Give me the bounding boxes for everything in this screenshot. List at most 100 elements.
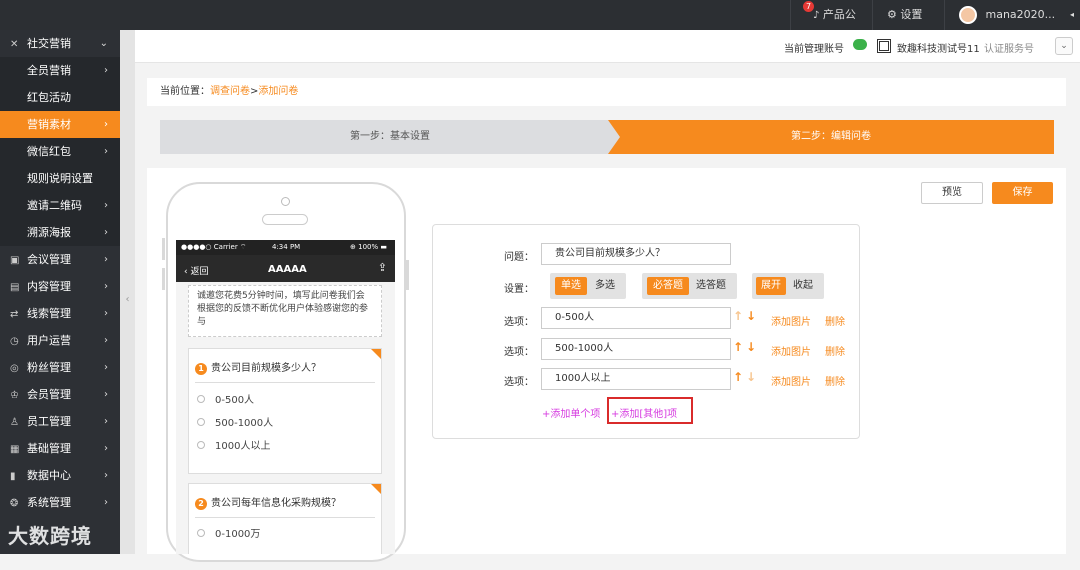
move-up-icon[interactable]: ↑ <box>733 340 743 354</box>
sidebar-item-meeting[interactable]: ▣ 会议管理 › <box>0 246 120 273</box>
delete-link[interactable]: 删除 <box>825 373 845 388</box>
delete-link[interactable]: 删除 <box>825 343 845 358</box>
add-other-option-link[interactable]: +添加[其他]项 <box>611 405 677 420</box>
user-name: mana2020... <box>985 8 1056 21</box>
optional-option[interactable]: 选答题 <box>696 277 726 295</box>
sidebar-item-trace-poster[interactable]: 溯源海报 › <box>0 219 120 246</box>
sidebar-item-system[interactable]: ❂ 系统管理 › <box>0 489 120 516</box>
option-item[interactable]: 500-1000人 <box>189 412 381 435</box>
question-number: 1 <box>195 363 207 375</box>
single-choice-option[interactable]: 单选 <box>555 277 587 295</box>
question-card[interactable]: 1 贵公司目前规模多少人？ 0-500人 500-1000人 1000人以上 <box>188 348 382 474</box>
question-label: 问题： <box>504 252 534 263</box>
product-notice-button[interactable]: 7 ♪ 产品公告 <box>790 0 872 52</box>
question-text: 贵公司目前规模多少人？ <box>211 363 321 374</box>
add-single-option-link[interactable]: +添加单个项 <box>542 405 600 420</box>
multi-choice-option[interactable]: 多选 <box>595 277 615 295</box>
sidebar-item-basic[interactable]: ▦ 基础管理 › <box>0 435 120 462</box>
preview-button[interactable]: 预览 <box>921 182 983 204</box>
carrier-signal: ●●●●○ Carrier ⌔ <box>181 243 247 251</box>
sidebar-item-staff[interactable]: ♙ 员工管理 › <box>0 408 120 435</box>
sidebar-item-all-staff-marketing[interactable]: 全员营销 › <box>0 57 120 84</box>
option-label: 选项： <box>504 347 534 358</box>
sidebar-item-label: 会议管理 <box>27 253 71 266</box>
sidebar-item-label: 营销素材 <box>27 118 71 131</box>
chevron-right-icon: › <box>104 227 108 238</box>
add-image-link[interactable]: 添加图片 <box>771 343 811 358</box>
sidebar-item-data-center[interactable]: ▮ 数据中心 › <box>0 462 120 489</box>
question-card[interactable]: 2 贵公司每年信息化采购规模？ 0-1000万 <box>188 483 382 554</box>
step-basic-settings[interactable]: 第一步：基本设置 <box>160 120 620 154</box>
chevron-right-icon: › <box>104 308 108 319</box>
sidebar-item-label: 全员营销 <box>27 64 71 77</box>
account-name: 致趣科技测试号11 <box>897 44 980 55</box>
collapse-option[interactable]: 收起 <box>793 277 813 295</box>
caret-left-icon: ◂ <box>1069 10 1074 19</box>
option-item[interactable]: 1000人以上 <box>189 435 381 458</box>
delete-link[interactable]: 删除 <box>825 313 845 328</box>
sidebar-item-social-marketing[interactable]: ✕ 社交营销 ⌄ <box>0 30 120 57</box>
required-toggle[interactable]: 必答题 选答题 <box>642 273 737 299</box>
expand-toggle[interactable]: 展开 收起 <box>752 273 824 299</box>
expand-option[interactable]: 展开 <box>756 277 786 295</box>
watermark-text: 大数跨境 <box>8 524 92 548</box>
chevron-right-icon: › <box>104 362 108 373</box>
question-text: 贵公司每年信息化采购规模？ <box>211 498 341 509</box>
status-time: 4:34 PM <box>272 243 301 251</box>
sidebar-item-label: 员工管理 <box>27 415 71 428</box>
chevron-down-icon: ⌄ <box>99 38 108 49</box>
move-up-icon[interactable]: ↑ <box>733 309 743 323</box>
sidebar-item-marketing-material[interactable]: 营销素材 › <box>0 111 120 138</box>
single-multi-toggle[interactable]: 单选 多选 <box>550 273 626 299</box>
sidebar-item-fans[interactable]: ◎ 粉丝管理 › <box>0 354 120 381</box>
wechat-icon <box>853 39 867 50</box>
option-input[interactable]: 500-1000人 <box>541 338 731 360</box>
sidebar-item-label: 红包活动 <box>27 91 71 104</box>
option-item[interactable]: 0-500人 <box>189 389 381 412</box>
add-image-link[interactable]: 添加图片 <box>771 373 811 388</box>
option-item[interactable]: 0-1000万 <box>189 523 381 546</box>
phone-back-button[interactable]: ‹ 返回 <box>184 264 208 277</box>
settings-button[interactable]: ⚙ 设置 <box>872 0 944 30</box>
sidebar-item-user-ops[interactable]: ◷ 用户运营 › <box>0 327 120 354</box>
sidebar-item-label: 溯源海报 <box>27 226 71 239</box>
sidebar-item-label: 用户运营 <box>27 334 71 347</box>
move-up-icon[interactable]: ↑ <box>733 370 743 384</box>
sidebar-item-wechat-red-packet[interactable]: 微信红包 › <box>0 138 120 165</box>
step-edit-survey[interactable]: 第二步：编辑问卷 <box>608 120 1054 154</box>
question-title: 1 贵公司目前规模多少人？ <box>195 359 375 383</box>
required-option[interactable]: 必答题 <box>647 277 689 295</box>
sidebar-item-leads[interactable]: ⇄ 线索管理 › <box>0 300 120 327</box>
survey-intro: 诚邀您花费5分钟时间，填写此问卷我们会根据您的反馈不断优化用户体验感谢您的参与 <box>188 285 382 337</box>
option-input[interactable]: 1000人以上 <box>541 368 731 390</box>
option-input[interactable]: 0-500人 <box>541 307 731 329</box>
clock-icon: ◷ <box>10 336 19 347</box>
account-bar: 当前管理账号 致趣科技测试号11 认证服务号 ⌄ <box>135 30 1080 63</box>
breadcrumb-link-survey[interactable]: 调查问卷 <box>210 86 250 97</box>
sidebar-item-content[interactable]: ▤ 内容管理 › <box>0 273 120 300</box>
sidebar-item-rules-settings[interactable]: 规则说明设置 <box>0 165 120 192</box>
breadcrumb-link-add[interactable]: 添加问卷 <box>258 86 298 97</box>
option-label: 选项： <box>504 377 534 388</box>
move-down-icon[interactable]: ↓ <box>746 340 756 354</box>
sidebar-collapse-handle[interactable]: ‹ <box>120 30 135 554</box>
move-down-icon[interactable]: ↓ <box>746 309 756 323</box>
phone-side-button <box>162 268 165 290</box>
top-bar: 7 ♪ 产品公告 ⚙ 设置 mana2020... ◂ <box>0 0 1080 52</box>
document-icon: ▤ <box>10 282 20 293</box>
save-button[interactable]: 保存 <box>992 182 1053 204</box>
radio-icon <box>197 418 205 426</box>
selected-corner-icon <box>371 484 381 494</box>
sidebar-item-members[interactable]: ♔ 会员管理 › <box>0 381 120 408</box>
question-input[interactable]: 贵公司目前规模多少人？ <box>541 243 731 265</box>
bell-icon: ♪ <box>813 10 820 21</box>
sidebar-item-red-packet-activity[interactable]: 红包活动 <box>0 84 120 111</box>
sidebar-item-invite-qrcode[interactable]: 邀请二维码 › <box>0 192 120 219</box>
chevron-right-icon: › <box>104 416 108 427</box>
user-menu[interactable]: mana2020... ◂ <box>944 0 1080 30</box>
account-dropdown-button[interactable]: ⌄ <box>1055 37 1073 55</box>
share-icon[interactable]: ⇪ <box>378 261 387 274</box>
add-image-link[interactable]: 添加图片 <box>771 313 811 328</box>
move-down-icon[interactable]: ↓ <box>746 370 756 384</box>
bar-chart-icon: ▮ <box>10 471 16 482</box>
